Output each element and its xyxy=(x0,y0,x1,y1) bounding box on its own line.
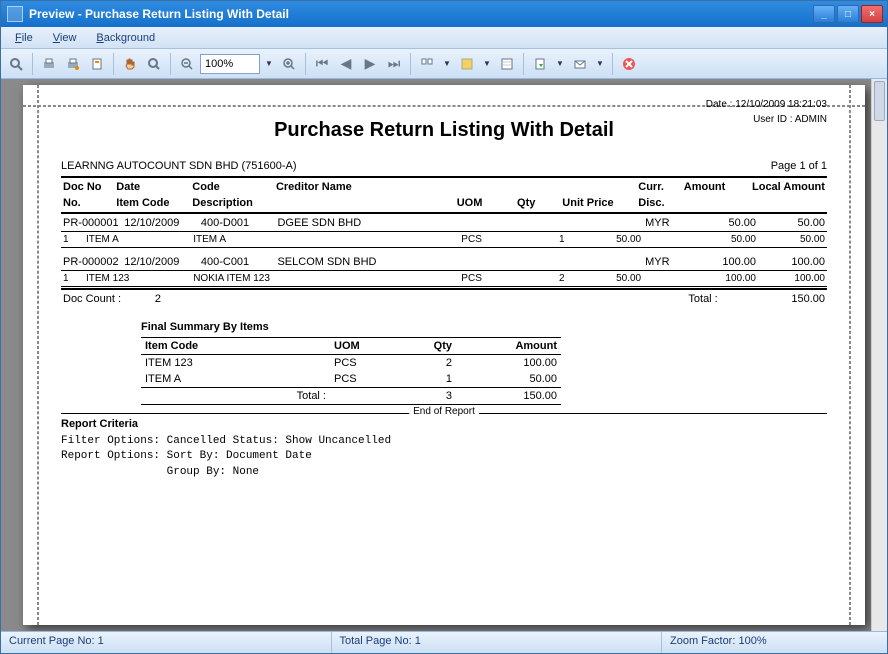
report-page: Date : 12/10/2009 18:21:03 User ID : ADM… xyxy=(23,85,865,625)
maximize-button[interactable]: □ xyxy=(837,5,859,23)
app-window: Preview - Purchase Return Listing With D… xyxy=(0,0,888,654)
prev-page-icon[interactable]: ◀ xyxy=(335,53,357,75)
multipage-dropdown[interactable]: ▼ xyxy=(440,53,454,75)
page-setup-icon[interactable] xyxy=(86,53,108,75)
scrollbar-thumb[interactable] xyxy=(874,81,885,121)
next-page-icon[interactable]: ▶ xyxy=(359,53,381,75)
status-current-page: Current Page No: 1 xyxy=(1,632,332,653)
export-dropdown[interactable]: ▼ xyxy=(553,53,567,75)
print-icon[interactable] xyxy=(38,53,60,75)
status-zoom: Zoom Factor: 100% xyxy=(662,632,887,653)
menu-view[interactable]: View xyxy=(45,30,85,46)
zoom-dropdown[interactable]: ▼ xyxy=(262,53,276,75)
menu-view-label: iew xyxy=(60,32,77,44)
status-bar: Current Page No: 1 Total Page No: 1 Zoom… xyxy=(1,631,887,653)
item-row: 1 ITEM 123 NOKIA ITEM 123 PCS 2 50.00 10… xyxy=(61,271,827,286)
magnifier-icon[interactable] xyxy=(143,53,165,75)
multipage-icon[interactable] xyxy=(416,53,438,75)
titlebar: Preview - Purchase Return Listing With D… xyxy=(1,1,887,27)
app-icon xyxy=(7,6,23,22)
toolbar: 100% ▼ ⏮ ◀ ▶ ⏭ ▼ ▼ ▼ ▼ xyxy=(1,49,887,79)
status-total-page: Total Page No: 1 xyxy=(332,632,663,653)
vertical-scrollbar[interactable] xyxy=(871,79,887,631)
summary-block: Final Summary By Items Item Code UOM Qty… xyxy=(141,321,561,405)
zoom-input[interactable]: 100% xyxy=(200,54,260,74)
close-preview-icon[interactable] xyxy=(618,53,640,75)
end-of-report: End of Report xyxy=(61,413,827,414)
menu-file[interactable]: File xyxy=(7,30,41,46)
item-row: 1 ITEM A ITEM A PCS 1 50.00 50.00 50.00 xyxy=(61,232,827,247)
doc-row: PR-000001 12/10/2009 400-D001 DGEE SDN B… xyxy=(61,215,827,231)
quick-print-icon[interactable] xyxy=(62,53,84,75)
window-title: Preview - Purchase Return Listing With D… xyxy=(29,7,813,21)
column-headers: Doc No Date Code Creditor Name Curr. Amo… xyxy=(61,179,827,211)
close-button[interactable]: × xyxy=(861,5,883,23)
criteria-body: Filter Options: Cancelled Status: Show U… xyxy=(61,434,827,480)
zoom-out-icon[interactable] xyxy=(176,53,198,75)
date-value: 12/10/2009 18:21:03 xyxy=(735,99,827,110)
watermark-icon[interactable] xyxy=(496,53,518,75)
criteria-title: Report Criteria xyxy=(61,418,827,430)
user-label: User ID : xyxy=(753,114,792,125)
export-document-icon[interactable] xyxy=(529,53,551,75)
minimize-button[interactable]: _ xyxy=(813,5,835,23)
search-icon[interactable] xyxy=(5,53,27,75)
first-page-icon[interactable]: ⏮ xyxy=(311,53,333,75)
user-value: ADMIN xyxy=(795,114,827,125)
menu-background[interactable]: Background xyxy=(88,30,163,46)
totals-row: Doc Count : 2 Total : 150.00 xyxy=(61,291,827,307)
email-icon[interactable] xyxy=(569,53,591,75)
menu-background-label: ackground xyxy=(104,32,155,44)
page-indicator: Page 1 of 1 xyxy=(771,160,827,172)
color-dropdown[interactable]: ▼ xyxy=(480,53,494,75)
zoom-in-icon[interactable] xyxy=(278,53,300,75)
color-icon[interactable] xyxy=(456,53,478,75)
company-name: LEARNNG AUTOCOUNT SDN BHD (751600-A) xyxy=(61,160,297,172)
preview-workspace[interactable]: Date : 12/10/2009 18:21:03 User ID : ADM… xyxy=(1,79,887,631)
doc-row: PR-000002 12/10/2009 400-C001 SELCOM SDN… xyxy=(61,254,827,270)
last-page-icon[interactable]: ⏭ xyxy=(383,53,405,75)
email-dropdown[interactable]: ▼ xyxy=(593,53,607,75)
menu-file-label: ile xyxy=(22,32,33,44)
date-label: Date : xyxy=(706,99,733,110)
menubar: File View Background xyxy=(1,27,887,49)
hand-tool-icon[interactable] xyxy=(119,53,141,75)
